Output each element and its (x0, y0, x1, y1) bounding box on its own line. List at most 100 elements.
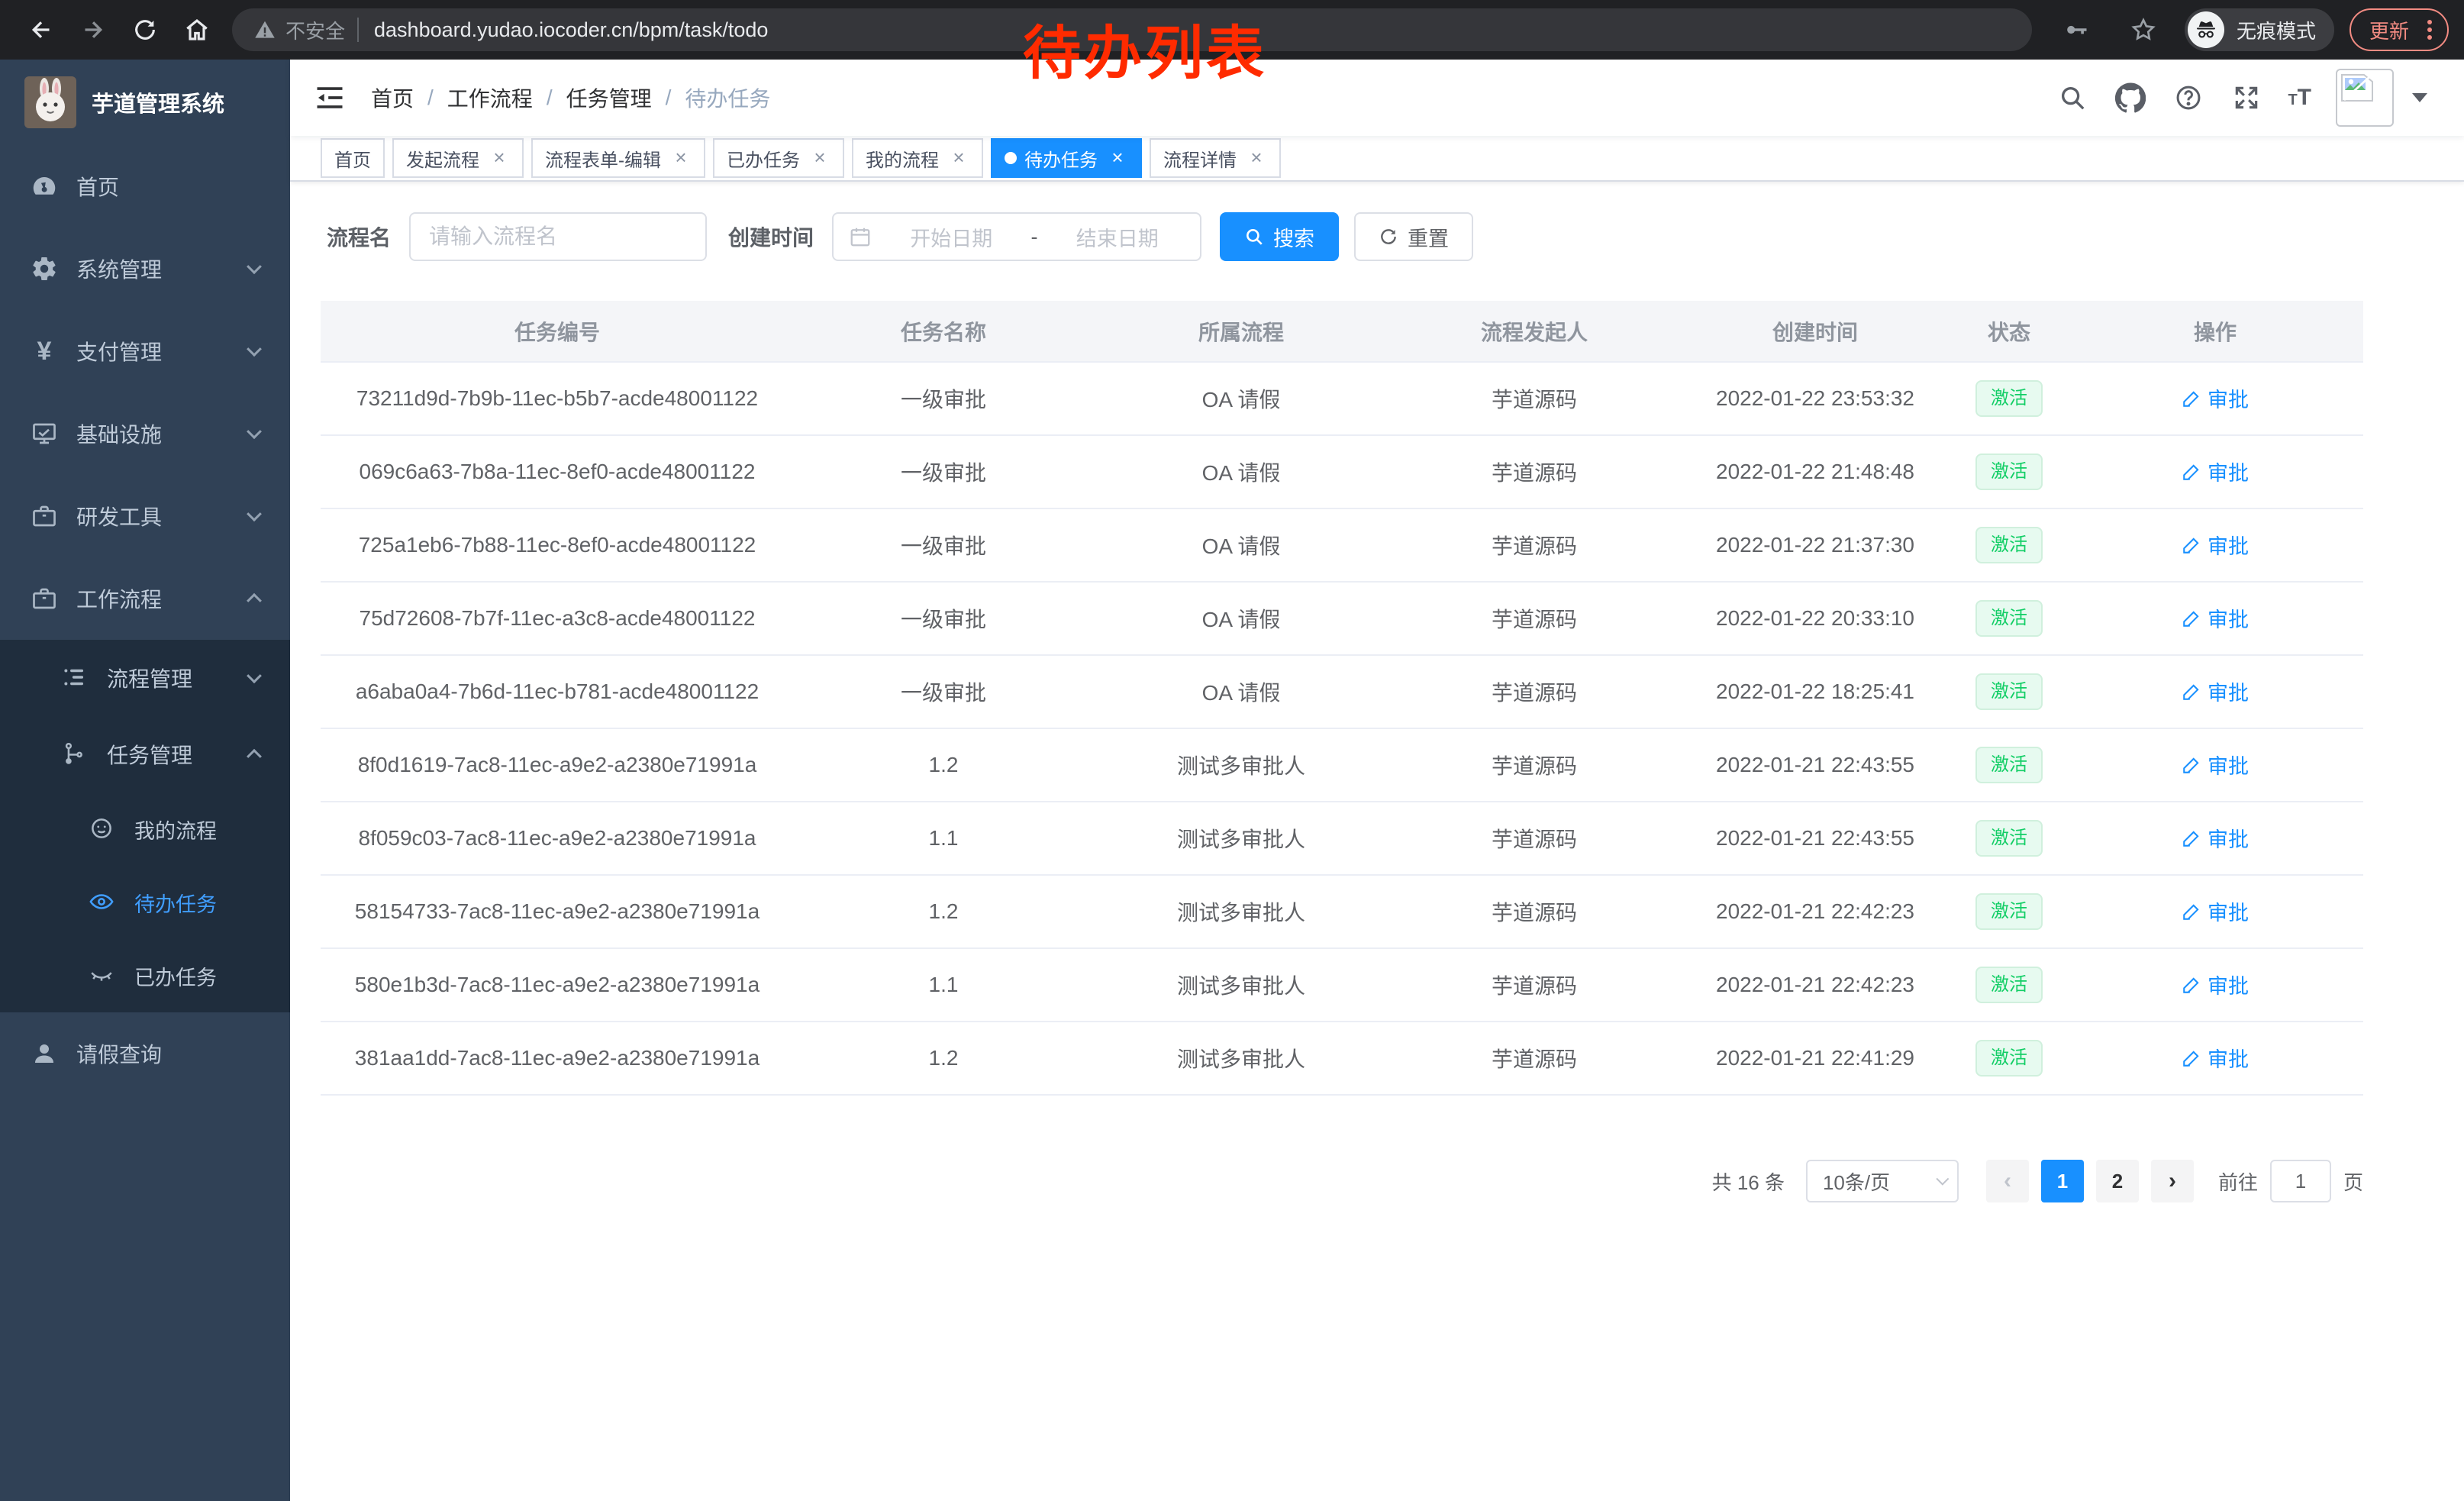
approve-button[interactable]: 审批 (2182, 1043, 2249, 1073)
process-name-label: 流程名 (327, 221, 391, 252)
approve-button[interactable]: 审批 (2182, 823, 2249, 853)
search-icon (1244, 227, 1264, 247)
font-size-icon[interactable]: TT (2288, 85, 2311, 111)
table-row: 75d72608-7b7f-11ec-a3c8-acde48001122 一级审… (321, 582, 2363, 655)
reset-button[interactable]: 重置 (1354, 212, 1473, 261)
browser-reload-icon[interactable] (119, 7, 171, 53)
help-icon[interactable] (2172, 81, 2205, 115)
security-label[interactable]: 不安全 (285, 16, 345, 44)
browser-menu-icon[interactable] (2421, 20, 2438, 40)
address-bar[interactable]: 不安全 dashboard.yudao.iocoder.cn/bpm/task/… (232, 8, 2032, 51)
close-icon[interactable]: × (1107, 147, 1128, 169)
tab-my-process[interactable]: 我的流程× (852, 138, 983, 178)
sidebar-item-workflow[interactable]: 工作流程 (0, 557, 290, 640)
cell-starter: 芋道源码 (1389, 875, 1679, 948)
table-row: 73211d9d-7b9b-11ec-b5b7-acde48001122 一级审… (321, 362, 2363, 435)
cell-create-time: 2022-01-21 22:42:23 (1679, 875, 1951, 948)
page-2-button[interactable]: 2 (2096, 1160, 2139, 1202)
col-task-name: 任务名称 (794, 301, 1093, 362)
page-content: 流程名 创建时间 开始日期 - 结束日期 搜索 重置 (290, 182, 2464, 1501)
breadcrumb-current: 待办任务 (685, 82, 770, 113)
search-icon[interactable] (2056, 81, 2089, 115)
sidebar-item-dev-tools[interactable]: 研发工具 (0, 475, 290, 557)
breadcrumb-home[interactable]: 首页 (371, 82, 414, 113)
task-management-submenu: 我的流程 待办任务 已办任务 (0, 792, 290, 1012)
close-icon[interactable]: × (948, 147, 969, 169)
cell-create-time: 2022-01-22 23:53:32 (1679, 362, 1951, 435)
search-button[interactable]: 搜索 (1220, 212, 1339, 261)
approve-button[interactable]: 审批 (2182, 383, 2249, 413)
tab-process-detail[interactable]: 流程详情× (1150, 138, 1281, 178)
bookmark-star-icon[interactable] (2117, 7, 2169, 53)
browser-update-button[interactable]: 更新 (2350, 8, 2449, 51)
approve-button[interactable]: 审批 (2182, 603, 2249, 633)
edit-pencil-icon (2182, 975, 2201, 995)
close-icon[interactable]: × (809, 147, 830, 169)
col-task-id: 任务编号 (321, 301, 794, 362)
browser-forward-icon[interactable] (67, 7, 119, 53)
sidebar-item-system[interactable]: 系统管理 (0, 228, 290, 310)
cell-create-time: 2022-01-22 21:48:48 (1679, 435, 1951, 508)
sidebar-item-done-tasks[interactable]: 已办任务 (0, 939, 290, 1012)
sidebar-toggle-icon[interactable] (313, 81, 347, 115)
approve-button[interactable]: 审批 (2182, 676, 2249, 706)
briefcase-icon (31, 502, 58, 530)
end-date-placeholder[interactable]: 结束日期 (1050, 222, 1185, 252)
close-icon[interactable]: × (1246, 147, 1267, 169)
prev-page-button[interactable]: ‹ (1986, 1160, 2029, 1202)
tab-done-tasks[interactable]: 已办任务× (713, 138, 844, 178)
approve-button[interactable]: 审批 (2182, 457, 2249, 486)
app-logo[interactable]: 芋道管理系统 (0, 60, 290, 145)
tab-process-form-edit[interactable]: 流程表单-编辑× (531, 138, 705, 178)
process-name-input[interactable] (409, 212, 707, 261)
sidebar-item-process-management[interactable]: 流程管理 (0, 640, 290, 716)
password-key-icon[interactable] (2050, 7, 2102, 53)
chevron-down-icon (247, 668, 262, 683)
avatar-caret-icon[interactable] (2412, 93, 2427, 102)
cell-create-time: 2022-01-21 22:43:55 (1679, 728, 1951, 802)
start-date-placeholder[interactable]: 开始日期 (884, 222, 1019, 252)
table-row: 8f0d1619-7ac8-11ec-a9e2-a2380e71991a 1.2… (321, 728, 2363, 802)
close-icon[interactable]: × (489, 147, 510, 169)
sidebar-item-infrastructure[interactable]: 基础设施 (0, 392, 290, 475)
cell-task-name: 一级审批 (794, 655, 1093, 728)
app-title: 芋道管理系统 (92, 86, 224, 118)
fullscreen-icon[interactable] (2230, 81, 2263, 115)
sidebar-item-payment[interactable]: ¥ 支付管理 (0, 310, 290, 392)
tab-todo-tasks[interactable]: 待办任务× (991, 138, 1142, 178)
approve-button[interactable]: 审批 (2182, 896, 2249, 926)
approve-button[interactable]: 审批 (2182, 750, 2249, 780)
tab-start-process[interactable]: 发起流程× (392, 138, 524, 178)
sidebar-item-label: 任务管理 (107, 739, 192, 770)
tab-home[interactable]: 首页 (321, 138, 385, 178)
sidebar-item-label: 工作流程 (76, 583, 162, 614)
approve-button[interactable]: 审批 (2182, 970, 2249, 999)
sidebar-item-home[interactable]: 首页 (0, 145, 290, 228)
table-row: 725a1eb6-7b88-11ec-8ef0-acde48001122 一级审… (321, 508, 2363, 582)
chevron-up-icon (247, 593, 262, 608)
sidebar: 芋道管理系统 首页 系统管理 ¥ 支付管理 基础设施 (0, 60, 290, 1501)
next-page-button[interactable]: › (2151, 1160, 2194, 1202)
sidebar-item-leave-query[interactable]: 请假查询 (0, 1012, 290, 1095)
url-text[interactable]: dashboard.yudao.iocoder.cn/bpm/task/todo (374, 18, 768, 42)
page-size-select[interactable]: 10条/页 (1806, 1160, 1959, 1202)
sidebar-item-todo-tasks[interactable]: 待办任务 (0, 866, 290, 939)
github-icon[interactable] (2114, 81, 2147, 115)
approve-button[interactable]: 审批 (2182, 530, 2249, 560)
page-jumper-input[interactable] (2270, 1160, 2331, 1202)
breadcrumb-workflow[interactable]: 工作流程 (447, 82, 533, 113)
cell-task-name: 1.1 (794, 948, 1093, 1022)
browser-home-icon[interactable] (171, 7, 223, 53)
breadcrumb-task-management[interactable]: 任务管理 (566, 82, 652, 113)
close-icon[interactable]: × (670, 147, 692, 169)
cell-starter: 芋道源码 (1389, 582, 1679, 655)
sidebar-item-label: 请假查询 (76, 1038, 162, 1069)
date-range-picker[interactable]: 开始日期 - 结束日期 (832, 212, 1201, 261)
avatar[interactable] (2336, 69, 2394, 127)
browser-back-icon[interactable] (15, 7, 67, 53)
refresh-icon (1379, 227, 1398, 247)
sidebar-item-task-management[interactable]: 任务管理 (0, 716, 290, 792)
top-navbar: 首页 / 工作流程 / 任务管理 / 待办任务 (290, 60, 2464, 136)
page-1-button[interactable]: 1 (2041, 1160, 2084, 1202)
sidebar-item-my-process[interactable]: 我的流程 (0, 792, 290, 866)
